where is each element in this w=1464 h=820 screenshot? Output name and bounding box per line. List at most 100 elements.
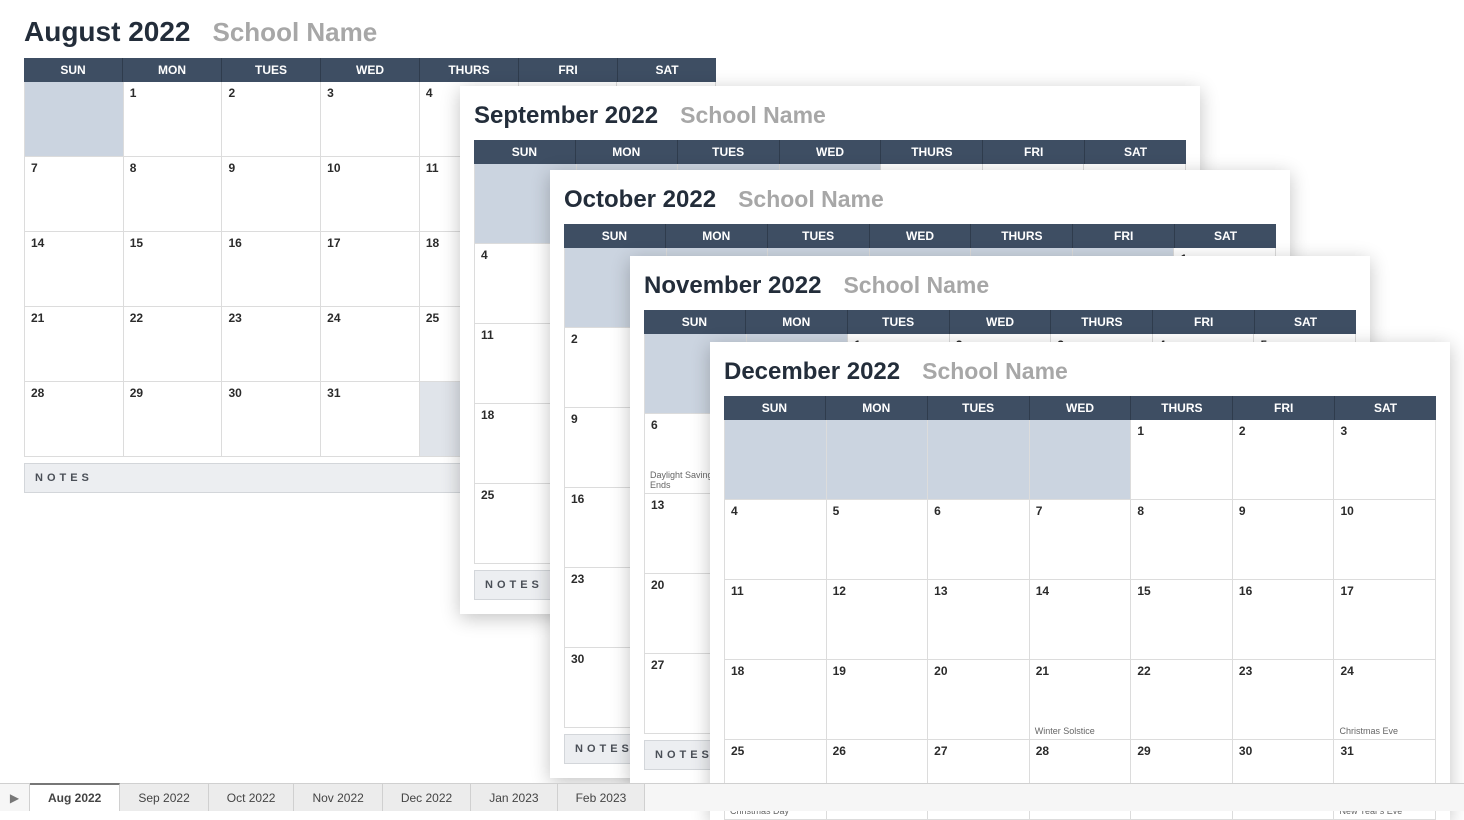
day-cell[interactable]: 21Winter Solstice: [1030, 660, 1132, 740]
day-number: 28: [1036, 744, 1049, 758]
day-cell[interactable]: 16: [1233, 580, 1335, 660]
dow-cell: WED: [780, 140, 882, 164]
dow-cell: TUES: [768, 224, 870, 248]
day-cell[interactable]: 16: [222, 232, 321, 307]
dow-cell: FRI: [1233, 396, 1335, 420]
day-number: 25: [731, 744, 744, 758]
day-cell[interactable]: 28: [24, 382, 124, 457]
day-cell[interactable]: 10: [1334, 500, 1436, 580]
day-cell[interactable]: 7: [24, 157, 124, 232]
day-cell[interactable]: 23: [1233, 660, 1335, 740]
day-cell[interactable]: 23: [222, 307, 321, 382]
day-cell[interactable]: 7: [1030, 500, 1132, 580]
day-cell[interactable]: 2: [1233, 420, 1335, 500]
day-cell[interactable]: 2: [222, 82, 321, 157]
day-cell[interactable]: 8: [1131, 500, 1233, 580]
day-cell[interactable]: 19: [827, 660, 929, 740]
day-cell[interactable]: 17: [321, 232, 420, 307]
dow-cell: FRI: [519, 58, 618, 82]
day-cell[interactable]: 13: [928, 580, 1030, 660]
sheet-tab[interactable]: Feb 2023: [558, 784, 646, 811]
day-cell[interactable]: [724, 420, 827, 500]
sheet-tab[interactable]: Sep 2022: [120, 784, 208, 811]
calendar-title: September 2022: [474, 102, 658, 130]
day-cell[interactable]: 30: [222, 382, 321, 457]
day-cell[interactable]: 29: [124, 382, 223, 457]
dow-cell: SUN: [474, 140, 576, 164]
day-cell[interactable]: 3: [321, 82, 420, 157]
day-cell[interactable]: [827, 420, 929, 500]
tabs-nav-button[interactable]: ▶: [0, 784, 30, 811]
day-cell[interactable]: [1030, 420, 1132, 500]
day-number: 17: [327, 236, 340, 250]
day-cell[interactable]: 20: [928, 660, 1030, 740]
calendar-subtitle: School Name: [843, 272, 989, 299]
dow-cell: WED: [1030, 396, 1132, 420]
day-number: 10: [327, 161, 340, 175]
day-cell[interactable]: 14: [24, 232, 124, 307]
day-number: 15: [1137, 584, 1150, 598]
day-number: 25: [426, 311, 439, 325]
sheet-tab[interactable]: Dec 2022: [383, 784, 471, 811]
day-cell[interactable]: 9: [1233, 500, 1335, 580]
day-number: 5: [833, 504, 840, 518]
dow-cell: WED: [321, 58, 420, 82]
day-cell[interactable]: 24: [321, 307, 420, 382]
day-cell[interactable]: 14: [1030, 580, 1132, 660]
day-cell[interactable]: 22: [1131, 660, 1233, 740]
sheet-tab[interactable]: Oct 2022: [209, 784, 295, 811]
day-cell[interactable]: 5: [827, 500, 929, 580]
sheet-tab[interactable]: Jan 2023: [471, 784, 557, 811]
day-number: 22: [1137, 664, 1150, 678]
dow-cell: MON: [826, 396, 928, 420]
day-number: 4: [481, 248, 488, 262]
play-icon: ▶: [10, 791, 19, 805]
day-cell[interactable]: 10: [321, 157, 420, 232]
sheet-tab[interactable]: Aug 2022: [30, 783, 120, 811]
day-number: 1: [1137, 424, 1144, 438]
day-cell[interactable]: 18: [724, 660, 827, 740]
day-number: 30: [1239, 744, 1252, 758]
dow-cell: FRI: [983, 140, 1085, 164]
day-cell[interactable]: 24Christmas Eve: [1334, 660, 1436, 740]
day-number: 15: [130, 236, 143, 250]
calendar-title: December 2022: [724, 358, 900, 386]
day-cell[interactable]: 17: [1334, 580, 1436, 660]
calendar-sheet-dec: December 2022 School Name SUNMONTUESWEDT…: [710, 342, 1450, 820]
day-number: 2: [1239, 424, 1246, 438]
day-cell[interactable]: 4: [724, 500, 827, 580]
day-cell[interactable]: 8: [124, 157, 223, 232]
day-number: 28: [31, 386, 44, 400]
day-cell[interactable]: [24, 82, 124, 157]
day-number: 16: [571, 492, 584, 506]
day-number: 7: [1036, 504, 1043, 518]
day-cell[interactable]: 31: [321, 382, 420, 457]
day-cell[interactable]: 21: [24, 307, 124, 382]
day-number: 9: [571, 412, 578, 426]
day-cell[interactable]: 11: [724, 580, 827, 660]
dow-row: SUNMONTUESWEDTHURSFRISAT: [550, 224, 1290, 248]
day-cell[interactable]: 15: [124, 232, 223, 307]
day-cell[interactable]: 1: [1131, 420, 1233, 500]
dow-cell: SUN: [564, 224, 666, 248]
dow-cell: FRI: [1073, 224, 1175, 248]
day-number: 20: [651, 578, 664, 592]
day-number: 9: [228, 161, 235, 175]
day-cell[interactable]: 12: [827, 580, 929, 660]
day-number: 23: [228, 311, 241, 325]
day-number: 19: [833, 664, 846, 678]
day-number: 18: [426, 236, 439, 250]
day-cell[interactable]: 6: [928, 500, 1030, 580]
week-row: 1 2 3: [724, 420, 1436, 500]
day-cell[interactable]: 3: [1334, 420, 1436, 500]
sheet-tab[interactable]: Nov 2022: [294, 784, 382, 811]
dow-cell: THURS: [971, 224, 1073, 248]
dow-cell: THURS: [1051, 310, 1153, 334]
day-cell[interactable]: 15: [1131, 580, 1233, 660]
day-cell[interactable]: 1: [124, 82, 223, 157]
day-cell[interactable]: [928, 420, 1030, 500]
dow-cell: TUES: [222, 58, 321, 82]
day-cell[interactable]: 22: [124, 307, 223, 382]
day-cell[interactable]: 9: [222, 157, 321, 232]
day-number: 29: [130, 386, 143, 400]
